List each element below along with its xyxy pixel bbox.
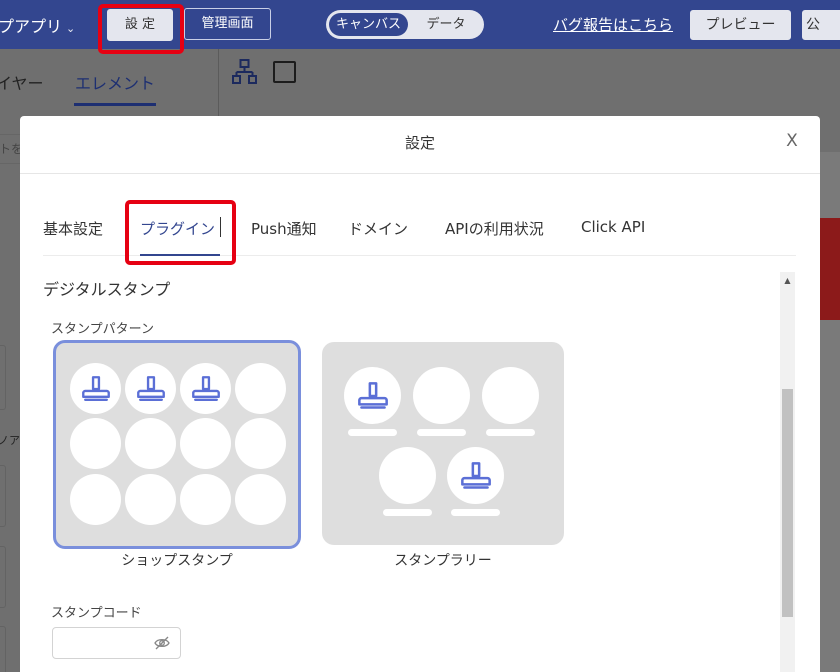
stamp-label-bar bbox=[383, 509, 432, 516]
pattern-caption-stamp-rally: スタンプラリー bbox=[394, 553, 492, 569]
stamp-icon bbox=[81, 375, 110, 401]
stamp-slot-empty bbox=[235, 474, 286, 525]
stamp-slot-empty bbox=[70, 418, 121, 469]
stamp-slot-filled bbox=[344, 367, 401, 424]
stamp-icon bbox=[191, 375, 220, 401]
stamp-icon bbox=[136, 375, 165, 401]
stamp-slot-empty bbox=[379, 447, 436, 504]
publish-button[interactable]: 公 bbox=[802, 10, 840, 40]
stamp-slot-filled bbox=[180, 363, 231, 414]
stamp-slot-empty bbox=[413, 367, 470, 424]
chevron-down-icon: ⌄ bbox=[66, 22, 76, 35]
tab-basic-settings[interactable]: 基本設定 bbox=[43, 218, 103, 239]
section-title: デジタルスタンプ bbox=[43, 280, 171, 299]
tab-push-notification[interactable]: Push通知 bbox=[251, 218, 317, 239]
view-toggle-canvas[interactable]: キャンバス bbox=[329, 13, 408, 36]
stamp-slot-filled bbox=[447, 447, 504, 504]
element-block bbox=[0, 345, 6, 410]
highlight-settings-button bbox=[98, 4, 184, 54]
highlight-plugin-tab bbox=[125, 200, 236, 265]
stamp-pattern-label: スタンプパターン bbox=[51, 322, 154, 337]
stamp-slot-filled bbox=[125, 363, 176, 414]
scroll-thumb[interactable] bbox=[782, 389, 793, 617]
tab-element[interactable]: エレメント bbox=[75, 70, 155, 94]
tab-element-underline bbox=[74, 103, 156, 106]
element-block bbox=[0, 626, 6, 672]
stamp-slot-empty bbox=[235, 363, 286, 414]
element-block bbox=[0, 465, 6, 527]
tab-api-usage[interactable]: APIの利用状況 bbox=[445, 218, 544, 239]
stamp-slot-empty bbox=[235, 418, 286, 469]
stamp-slot-empty bbox=[125, 474, 176, 525]
stamp-slot-empty bbox=[70, 474, 121, 525]
pattern-card-shop-stamp[interactable] bbox=[53, 340, 301, 549]
modal-scrollbar[interactable]: ▲ bbox=[780, 272, 795, 672]
stamp-label-bar bbox=[348, 429, 397, 436]
stamp-label-bar bbox=[486, 429, 535, 436]
stamp-slot-filled bbox=[70, 363, 121, 414]
bug-report-link[interactable]: バグ報告はこちら bbox=[553, 14, 673, 35]
stamp-icon bbox=[460, 461, 491, 489]
admin-button[interactable]: 管理画面 bbox=[184, 8, 271, 40]
section-label: ノア bbox=[0, 434, 20, 447]
hierarchy-icon[interactable] bbox=[232, 59, 257, 85]
tab-domain[interactable]: ドメイン bbox=[348, 218, 408, 239]
scroll-up-arrow-icon[interactable]: ▲ bbox=[780, 272, 795, 289]
close-icon[interactable]: X bbox=[781, 131, 803, 155]
stamp-label-bar bbox=[451, 509, 500, 516]
view-toggle-data[interactable]: データ bbox=[412, 13, 480, 36]
stamp-slot-empty bbox=[180, 418, 231, 469]
stamp-slot-empty bbox=[180, 474, 231, 525]
stamp-icon bbox=[357, 381, 388, 409]
stamp-slot-empty bbox=[125, 418, 176, 469]
modal-title: 設定 bbox=[404, 134, 435, 152]
stamp-code-label: スタンプコード bbox=[51, 606, 142, 621]
app-selector[interactable]: プアプリ ⌄ bbox=[0, 13, 75, 37]
stamp-label-bar bbox=[417, 429, 466, 436]
stamp-slot-empty bbox=[482, 367, 539, 424]
canvas-red-element bbox=[820, 218, 840, 320]
tab-layer[interactable]: イヤー bbox=[0, 70, 44, 94]
app-name: プアプリ bbox=[0, 17, 63, 36]
pattern-card-stamp-rally[interactable] bbox=[322, 342, 564, 545]
modal-header: 設定 X bbox=[20, 116, 820, 174]
tab-click-api[interactable]: Click API bbox=[581, 218, 645, 236]
square-icon[interactable] bbox=[273, 61, 296, 83]
eye-off-icon[interactable] bbox=[154, 636, 170, 650]
pattern-caption-shop-stamp: ショップスタンプ bbox=[121, 553, 233, 569]
preview-button[interactable]: プレビュー bbox=[690, 10, 791, 40]
element-block bbox=[0, 546, 6, 608]
view-toggle: キャンバス データ bbox=[326, 10, 484, 39]
left-panel-tabs: イヤー エレメント bbox=[0, 49, 218, 107]
